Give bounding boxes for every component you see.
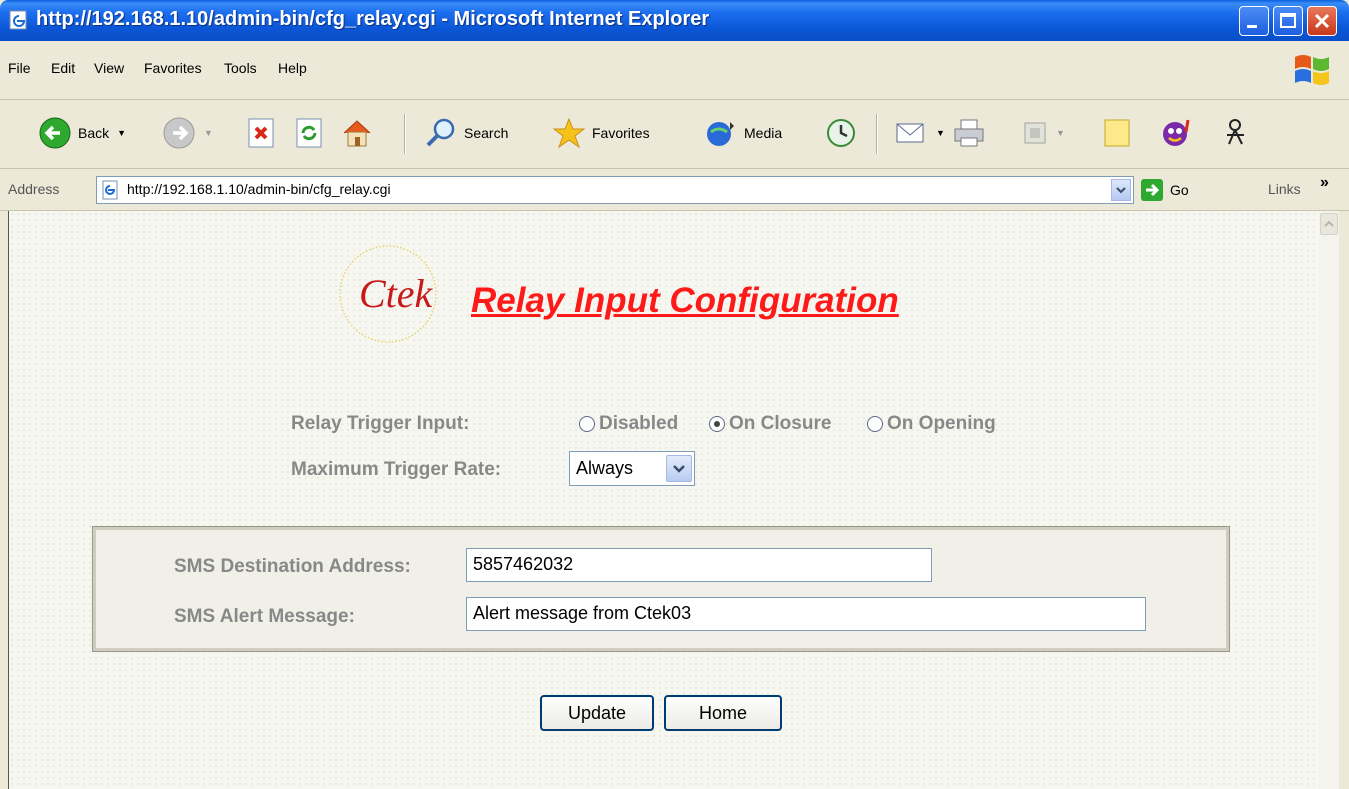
print-button[interactable]: [952, 110, 986, 156]
menu-favorites[interactable]: Favorites: [144, 60, 202, 76]
radio-on-opening[interactable]: [867, 416, 883, 432]
media-icon: [707, 122, 734, 146]
refresh-button[interactable]: [292, 110, 326, 156]
forward-arrow-icon: [163, 117, 195, 149]
max-trigger-rate-label: Maximum Trigger Rate:: [291, 459, 502, 480]
sms-alert-message-label: SMS Alert Message:: [174, 606, 355, 627]
sms-destination-label: SMS Destination Address:: [174, 556, 411, 577]
links-label[interactable]: Links: [1268, 181, 1301, 197]
update-button[interactable]: Update: [540, 695, 654, 731]
sms-destination-value: 5857462032: [473, 554, 574, 574]
mail-icon: [896, 123, 924, 143]
maximize-button[interactable]: [1273, 6, 1303, 36]
menu-file[interactable]: File: [8, 60, 31, 76]
print-icon: [954, 119, 984, 147]
address-input[interactable]: http://192.168.1.10/admin-bin/cfg_relay.…: [96, 176, 1134, 204]
go-label: Go: [1170, 182, 1189, 198]
close-icon: [1314, 13, 1330, 29]
relay-trigger-label: Relay Trigger Input:: [291, 413, 470, 434]
back-button[interactable]: Back ▼: [38, 110, 126, 156]
sms-destination-input[interactable]: 5857462032: [466, 548, 932, 582]
person-icon: [1227, 119, 1244, 145]
address-bar: Address http://192.168.1.10/admin-bin/cf…: [0, 170, 1349, 211]
radio-on-closure[interactable]: [709, 416, 725, 432]
home-toolbar-button[interactable]: [340, 110, 374, 156]
search-button[interactable]: Search: [424, 110, 508, 156]
mail-button[interactable]: ▼: [894, 110, 945, 156]
menu-bar: File Edit View Favorites Tools Help: [0, 41, 1349, 100]
chevron-down-icon: [1116, 187, 1126, 194]
toolbar-separator: [404, 114, 406, 154]
menu-help[interactable]: Help: [278, 60, 307, 76]
forward-button[interactable]: ▼: [162, 110, 213, 156]
favorites-button[interactable]: Favorites: [552, 110, 650, 156]
edit-button[interactable]: ▼: [1022, 110, 1065, 156]
radio-disabled[interactable]: [579, 416, 595, 432]
windows-logo-icon: [1295, 55, 1329, 85]
history-button[interactable]: [824, 110, 858, 156]
window-title: http://192.168.1.10/admin-bin/cfg_relay.…: [36, 8, 710, 30]
radio-on-closure-label[interactable]: On Closure: [729, 413, 831, 435]
menu-edit[interactable]: Edit: [51, 60, 75, 76]
address-url: http://192.168.1.10/admin-bin/cfg_relay.…: [127, 181, 391, 197]
toolbar-separator: [876, 114, 878, 154]
address-dropdown-button[interactable]: [1111, 179, 1131, 201]
discuss-note-icon: [1104, 119, 1130, 147]
favorites-star-icon: [552, 117, 586, 149]
media-button[interactable]: Media: [704, 110, 782, 156]
close-button[interactable]: [1307, 6, 1337, 36]
page-icon: [102, 180, 118, 200]
go-button[interactable]: Go: [1140, 176, 1189, 204]
menu-view[interactable]: View: [94, 60, 124, 76]
media-label: Media: [744, 125, 783, 141]
refresh-icon: [296, 118, 322, 148]
page-title: Relay Input Configuration: [471, 281, 899, 320]
ie-page-icon: [9, 10, 27, 30]
chevron-down-icon: [673, 465, 685, 473]
links-more-icon[interactable]: »: [1320, 174, 1329, 192]
menu-tools[interactable]: Tools: [224, 60, 257, 76]
home-button[interactable]: Home: [664, 695, 782, 731]
sms-alert-message-input[interactable]: Alert message from Ctek03: [466, 597, 1146, 631]
sms-alert-message-value: Alert message from Ctek03: [473, 603, 692, 623]
vertical-scrollbar[interactable]: [1319, 211, 1339, 789]
research-button[interactable]: [1218, 110, 1252, 156]
minimize-button[interactable]: [1239, 6, 1269, 36]
back-label: Back: [78, 125, 110, 141]
ctek-logo: Ctek: [339, 245, 437, 343]
messenger-button[interactable]: [1160, 110, 1194, 156]
select-dropdown-button[interactable]: [666, 455, 692, 482]
yahoo-messenger-icon: [1163, 119, 1190, 146]
edit-dropdown-icon[interactable]: ▼: [1056, 128, 1065, 138]
logo-c: Ctek: [359, 271, 434, 316]
back-dropdown-icon[interactable]: ▼: [117, 128, 126, 138]
max-trigger-rate-value: Always: [576, 458, 634, 478]
mail-dropdown-icon[interactable]: ▼: [936, 128, 945, 138]
sms-settings-panel: SMS Destination Address: 5857462032 SMS …: [92, 526, 1230, 652]
minimize-icon: [1247, 25, 1257, 28]
radio-on-opening-label[interactable]: On Opening: [887, 413, 996, 435]
radio-disabled-label[interactable]: Disabled: [599, 413, 678, 435]
page-content: Ctek Relay Input Configuration Relay Tri…: [8, 211, 1339, 789]
discuss-button[interactable]: [1100, 110, 1134, 156]
stop-icon: [248, 118, 274, 148]
scroll-up-button[interactable]: [1320, 213, 1338, 235]
forward-dropdown-icon[interactable]: ▼: [204, 128, 213, 138]
edit-icon: [1024, 122, 1046, 144]
title-bar: http://192.168.1.10/admin-bin/cfg_relay.…: [0, 0, 1349, 41]
back-arrow-icon: [39, 117, 71, 149]
favorites-label: Favorites: [592, 125, 650, 141]
go-arrow-icon: [1141, 179, 1163, 201]
browser-window: http://192.168.1.10/admin-bin/cfg_relay.…: [0, 0, 1349, 789]
home-icon: [343, 120, 371, 147]
max-trigger-rate-select[interactable]: Always: [569, 451, 695, 486]
maximize-icon: [1280, 13, 1296, 28]
chevron-up-icon: [1324, 220, 1334, 227]
search-icon: [426, 118, 455, 147]
stop-button[interactable]: [244, 110, 278, 156]
toolbar: Back ▼ ▼ Search Favorites Media ▼ ▼: [0, 100, 1349, 169]
history-icon: [827, 119, 855, 147]
address-label: Address: [8, 181, 60, 197]
search-label: Search: [464, 125, 509, 141]
